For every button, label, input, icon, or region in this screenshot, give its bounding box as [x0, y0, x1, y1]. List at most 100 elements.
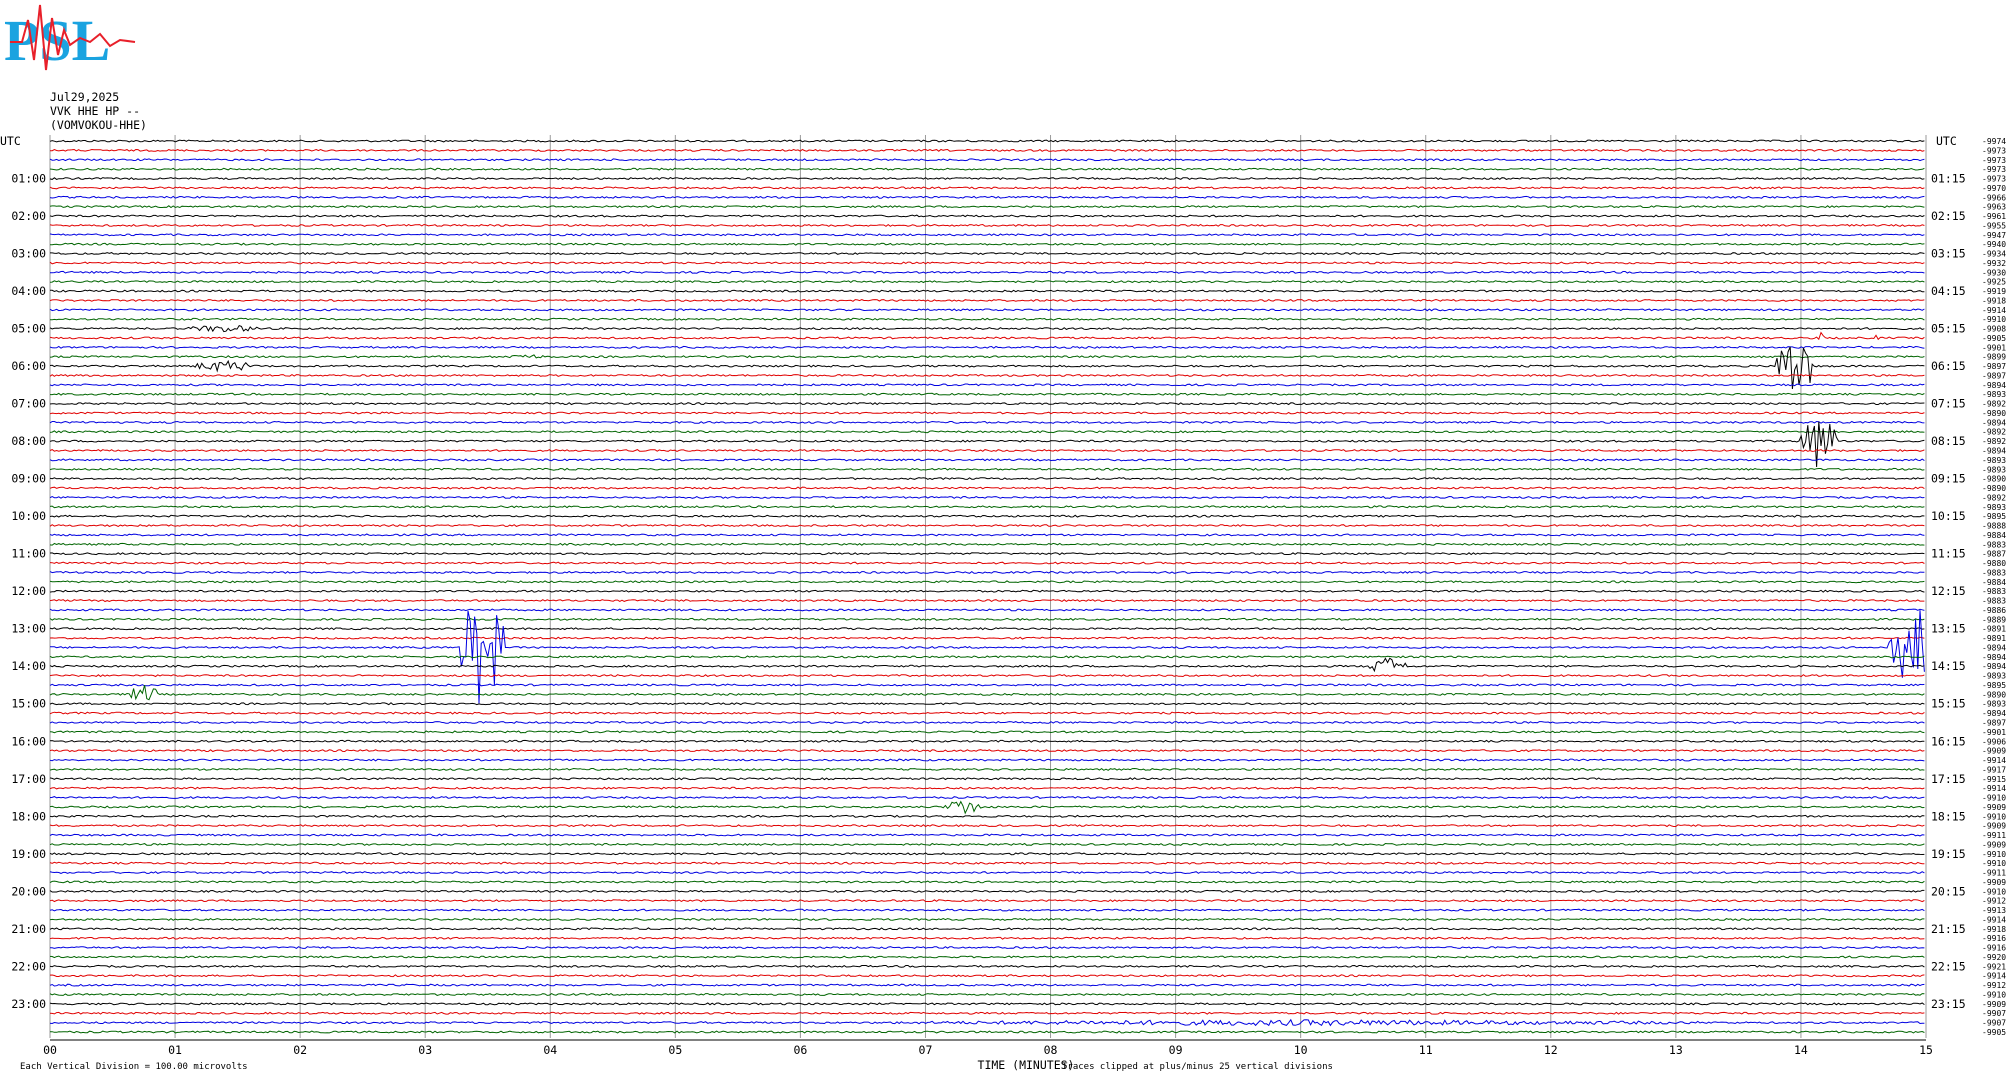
trace-row [49, 552, 1925, 556]
row-value-label: -9892 [1982, 400, 2006, 409]
row-value-label: -9910 [1982, 794, 2006, 803]
trace-row [49, 411, 1925, 415]
trace-row [49, 871, 1925, 875]
trace-row [49, 1002, 1925, 1006]
row-value-label: -9883 [1982, 568, 2006, 577]
trace-row [49, 974, 1925, 978]
hour-label-left: 10:00 [11, 509, 46, 523]
row-value-label: -9909 [1982, 803, 2006, 812]
minute-grid [49, 135, 1927, 1041]
trace-row [50, 1030, 1925, 1034]
row-value-label: -9910 [1982, 859, 2006, 868]
row-value-label: -9894 [1982, 447, 2006, 456]
hour-label-right: 03:15 [1931, 247, 1966, 261]
trace-row [49, 617, 1925, 621]
row-value-label: -9910 [1982, 850, 2006, 859]
trace-row [49, 458, 1925, 462]
row-value-label: -9880 [1982, 559, 2006, 568]
row-value-label: -9884 [1982, 578, 2006, 587]
trace-row [49, 767, 1925, 771]
trace-row [49, 946, 1925, 950]
hour-label-left: 16:00 [11, 734, 46, 748]
row-value-label: -9890 [1982, 475, 2006, 484]
trace-row [49, 467, 1925, 471]
trace-row [49, 280, 1925, 284]
seismogram-plot: UTC UTC 01:00 02:00 03:00 04:00 05:00 06:00 07:0… [0, 134, 2006, 1072]
x-tick-label: 08 [1044, 1043, 1058, 1057]
trace-row [49, 936, 1925, 940]
trace-row [49, 589, 1925, 593]
row-value-label: -9970 [1982, 184, 2006, 193]
trace-row [49, 599, 1925, 603]
row-value-label: -9930 [1982, 268, 2006, 277]
row-value-label: -9901 [1982, 343, 2006, 352]
row-value-label: -9921 [1982, 962, 2006, 971]
trace-row [49, 345, 1925, 349]
row-value-label: -9908 [1982, 325, 2006, 334]
trace-row [49, 205, 1925, 209]
row-value-label: -9914 [1982, 784, 2006, 793]
trace-row [49, 223, 1925, 227]
trace-row [49, 477, 1925, 481]
trace-row [49, 833, 1925, 837]
trace-row [49, 486, 1925, 490]
row-value-label: -9895 [1982, 512, 2006, 521]
row-value-label: -9888 [1982, 522, 2006, 531]
trace-row [49, 608, 1925, 612]
row-value-label: -9973 [1982, 175, 2006, 184]
row-value-label: -9915 [1982, 775, 2006, 784]
hour-label-left: 14:00 [11, 659, 46, 673]
trace-row [49, 533, 1925, 537]
trace-row [49, 177, 1925, 181]
hour-label-right: 05:15 [1931, 322, 1966, 336]
trace-row [49, 505, 1925, 509]
x-tick-label: 13 [1669, 1043, 1683, 1057]
hour-label-left: 02:00 [11, 209, 46, 223]
trace-row [49, 739, 1925, 743]
trace-row [49, 842, 1925, 846]
row-value-label: -9909 [1982, 878, 2006, 887]
trace-row [49, 308, 1925, 312]
x-tick-label: 06 [793, 1043, 807, 1057]
row-value-label: -9893 [1982, 456, 2006, 465]
row-value-label: -9891 [1982, 634, 2006, 643]
row-value-label: -9897 [1982, 371, 2006, 380]
trace-row [49, 983, 1925, 987]
trace-row [49, 758, 1925, 762]
trace-row [49, 346, 1925, 390]
trace-row [49, 908, 1925, 912]
row-value-label: -9899 [1982, 353, 2006, 362]
left-axis-title: UTC [0, 134, 21, 148]
row-value-label: -9973 [1982, 146, 2006, 155]
trace-row [49, 298, 1925, 302]
trace-row [49, 354, 1925, 359]
hour-label-right: 21:15 [1931, 922, 1966, 936]
hour-label-right: 04:15 [1931, 284, 1966, 298]
trace-row [49, 730, 1925, 734]
trace-row [49, 561, 1925, 565]
row-value-label: -9891 [1982, 625, 2006, 634]
trace-row [49, 795, 1925, 800]
row-value-label: -9909 [1982, 747, 2006, 756]
x-tick-label: 07 [919, 1043, 933, 1057]
trace-row [49, 657, 1925, 673]
row-value-label: -9961 [1982, 212, 2006, 221]
hour-label-right: 13:15 [1931, 622, 1966, 636]
x-tick-label: 03 [418, 1043, 432, 1057]
trace-row [49, 721, 1925, 725]
row-value-label: -9916 [1982, 934, 2006, 943]
row-value-label: -9911 [1982, 831, 2006, 840]
footer-scale-note: Each Vertical Division = 100.00 microvol… [20, 1062, 248, 1072]
trace-row [49, 139, 1925, 143]
hour-label-left: 18:00 [11, 809, 46, 823]
row-value-label: -9884 [1982, 531, 2006, 540]
x-tick-label: 00 [43, 1043, 57, 1057]
trace-row [49, 993, 1925, 996]
row-value-label: -9973 [1982, 156, 2006, 165]
row-value-label: -9894 [1982, 709, 2006, 718]
row-value-label: -9893 [1982, 503, 2006, 512]
right-axis-title: UTC [1936, 134, 1957, 148]
row-value-label: -9914 [1982, 915, 2006, 924]
hour-label-right: 02:15 [1931, 209, 1966, 223]
x-tick-label: 02 [293, 1043, 307, 1057]
